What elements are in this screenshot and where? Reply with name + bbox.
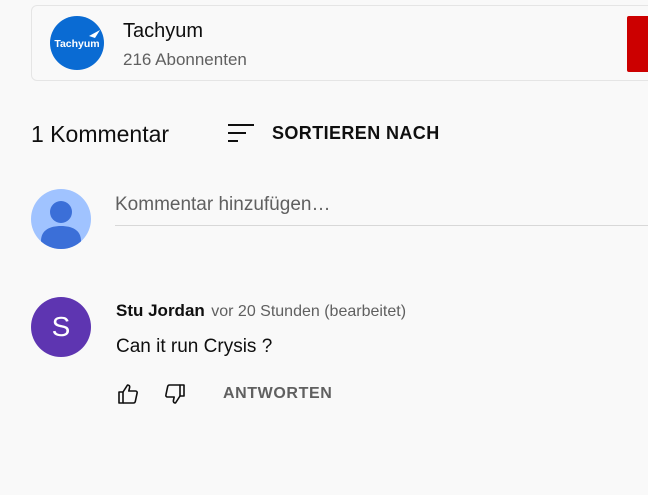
comment-timestamp[interactable]: vor 20 Stunden (bearbeitet) (211, 303, 406, 320)
channel-logo[interactable]: Tachyum (50, 16, 104, 70)
channel-logo-text: Tachyum (54, 38, 99, 50)
subscribe-button[interactable] (627, 16, 648, 72)
comment-author-avatar[interactable]: S (31, 297, 91, 357)
channel-card: Tachyum Tachyum 216 Abonnenten (31, 5, 648, 81)
reply-button[interactable]: ANTWORTEN (223, 385, 332, 403)
comment-author[interactable]: Stu Jordan (116, 301, 205, 320)
thumbs-up-icon (118, 384, 138, 404)
like-button[interactable] (112, 378, 144, 410)
comments-page: Tachyum Tachyum 216 Abonnenten 1 Komment… (0, 0, 648, 495)
thumbs-down-icon (165, 384, 185, 404)
subscriber-count: 216 Abonnenten (123, 50, 247, 69)
sort-icon (228, 124, 254, 142)
comment-text: Can it run Crysis ? (116, 336, 273, 357)
dislike-button[interactable] (159, 378, 191, 410)
current-user-avatar (31, 189, 91, 249)
channel-name[interactable]: Tachyum (123, 20, 203, 43)
default-user-icon (41, 201, 81, 249)
tachyum-logo-icon: Tachyum (54, 30, 100, 50)
comment-header: Stu Jordan vor 20 Stunden (bearbeitet) (116, 301, 406, 321)
comment-action-bar: ANTWORTEN (112, 378, 332, 410)
sort-label: SORTIEREN NACH (272, 122, 440, 143)
add-comment-input[interactable] (115, 190, 648, 226)
sort-button[interactable]: SORTIEREN NACH (226, 117, 440, 149)
comment-count: 1 Kommentar (31, 121, 170, 147)
